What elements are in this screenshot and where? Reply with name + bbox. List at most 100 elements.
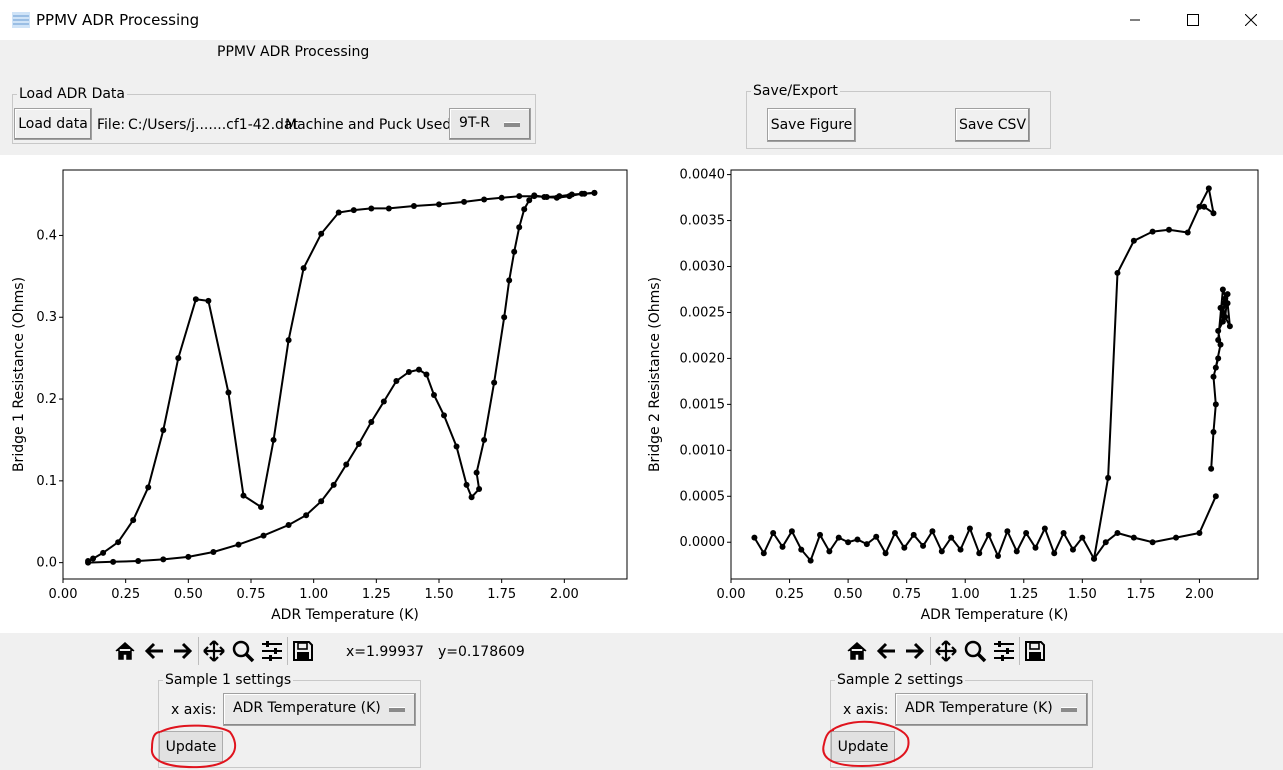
data-point — [441, 412, 448, 419]
y-tick-label: 0.3 — [36, 310, 57, 325]
home-button[interactable] — [111, 637, 139, 665]
load-group-legend: Load ADR Data — [17, 86, 127, 102]
y-axis-label: Bridge 2 Resistance (Ohms) — [647, 277, 663, 472]
close-icon — [1245, 14, 1257, 26]
data-point — [501, 314, 508, 321]
minimize-icon — [1130, 19, 1140, 21]
x-tick-label: 1.50 — [1068, 587, 1097, 602]
data-point — [260, 532, 267, 539]
data-point — [1023, 530, 1030, 537]
sample2-xaxis-dropdown[interactable]: ADR Temperature (K) — [895, 693, 1088, 726]
back-arrow-icon — [144, 642, 163, 660]
save-icon — [293, 641, 313, 661]
back-button[interactable] — [872, 637, 900, 665]
data-point — [110, 558, 117, 565]
data-point — [405, 369, 412, 376]
sample1-xaxis-dropdown[interactable]: ADR Temperature (K) — [223, 693, 416, 726]
data-point — [873, 533, 880, 540]
y-tick-label: 0.0025 — [680, 305, 726, 320]
configure-button[interactable] — [258, 637, 286, 665]
home-button[interactable] — [843, 637, 871, 665]
file-path-value: C:/Users/j.......cf1-42.dat — [128, 117, 298, 133]
zoom-icon — [964, 640, 987, 663]
data-point — [135, 558, 142, 565]
forward-button[interactable] — [901, 637, 929, 665]
bridge2-chart[interactable]: 0.00 0.25 0.50 0.75 1.00 1.25 1.50 1.75 2.00 0.00… — [641, 155, 1283, 633]
data-point — [175, 355, 182, 362]
data-point — [882, 550, 889, 557]
data-point — [368, 205, 375, 212]
data-point — [948, 534, 955, 541]
y-tick-label: 0.0035 — [680, 214, 726, 229]
data-point — [491, 379, 498, 386]
file-label: File: — [97, 117, 126, 133]
toolbar-separator — [930, 637, 931, 665]
configure-icon — [994, 641, 1014, 661]
configure-button[interactable] — [990, 637, 1018, 665]
x-tick-label: 1.25 — [362, 587, 391, 602]
close-button[interactable] — [1222, 0, 1280, 40]
data-point — [1032, 544, 1039, 551]
data-point — [355, 441, 362, 448]
data-point — [1224, 291, 1231, 298]
data-point — [807, 557, 814, 564]
data-point — [1130, 237, 1137, 244]
pan-icon — [203, 640, 225, 662]
data-point — [1149, 228, 1156, 235]
save-figure-button[interactable]: Save Figure — [767, 108, 856, 142]
data-point — [826, 548, 833, 555]
data-point — [817, 531, 824, 538]
data-point — [553, 194, 560, 201]
maximize-button[interactable] — [1164, 0, 1222, 40]
zoom-button[interactable] — [961, 637, 989, 665]
data-point — [235, 541, 242, 548]
data-point — [929, 528, 936, 535]
bridge1-chart[interactable]: 0.00 0.25 0.50 0.75 1.00 1.25 1.50 1.75 2.00 0.0 0… — [0, 155, 641, 633]
x-tick-label: 1.50 — [425, 587, 454, 602]
save-plot-button[interactable] — [1021, 637, 1049, 665]
data-point — [160, 427, 167, 434]
save-plot-button[interactable] — [289, 637, 317, 665]
forward-button[interactable] — [169, 637, 197, 665]
data-point — [1184, 229, 1191, 236]
data-point — [760, 550, 767, 557]
zoom-button[interactable] — [229, 637, 257, 665]
data-point — [966, 525, 973, 532]
y-tick-label: 0.0010 — [680, 443, 726, 458]
data-point — [526, 197, 533, 204]
data-point — [436, 201, 442, 208]
data-point — [185, 553, 192, 560]
data-point — [1196, 530, 1203, 537]
cursor-y-readout: y=0.178609 — [438, 644, 525, 660]
machine-dropdown[interactable]: 9T-R — [449, 108, 531, 140]
machine-dropdown-value: 9T-R — [459, 115, 490, 131]
window-title: PPMV ADR Processing — [36, 11, 200, 29]
data-point — [938, 548, 945, 555]
data-point — [541, 193, 548, 200]
data-point — [385, 205, 392, 212]
x-tick-label: 0.00 — [49, 587, 78, 602]
data-point — [901, 544, 908, 551]
save-csv-button[interactable]: Save CSV — [955, 108, 1030, 142]
data-point — [330, 481, 337, 488]
load-data-button[interactable]: Load data — [14, 108, 92, 140]
data-point — [985, 531, 992, 538]
data-point — [210, 549, 217, 556]
data-point — [591, 189, 598, 196]
plot-panel-2: 0.00 0.25 0.50 0.75 1.00 1.25 1.50 1.75 2.00 0.00… — [641, 155, 1283, 633]
plot-panel-1: 0.00 0.25 0.50 0.75 1.00 1.25 1.50 1.75 2.00 0.0 0… — [0, 155, 641, 633]
data-point — [516, 224, 523, 231]
data-point — [453, 443, 460, 450]
y-tick-label: 0.0 — [36, 556, 57, 571]
forward-arrow-icon — [906, 642, 925, 660]
data-point — [1013, 548, 1020, 555]
minimize-button[interactable] — [1106, 0, 1164, 40]
pan-button[interactable] — [200, 637, 228, 665]
data-point — [957, 546, 964, 553]
pan-button[interactable] — [932, 637, 960, 665]
sample1-legend: Sample 1 settings — [163, 672, 294, 688]
back-button[interactable] — [140, 637, 168, 665]
home-icon — [115, 641, 135, 660]
data-point — [240, 492, 247, 499]
save-group-legend: Save/Export — [751, 83, 840, 99]
